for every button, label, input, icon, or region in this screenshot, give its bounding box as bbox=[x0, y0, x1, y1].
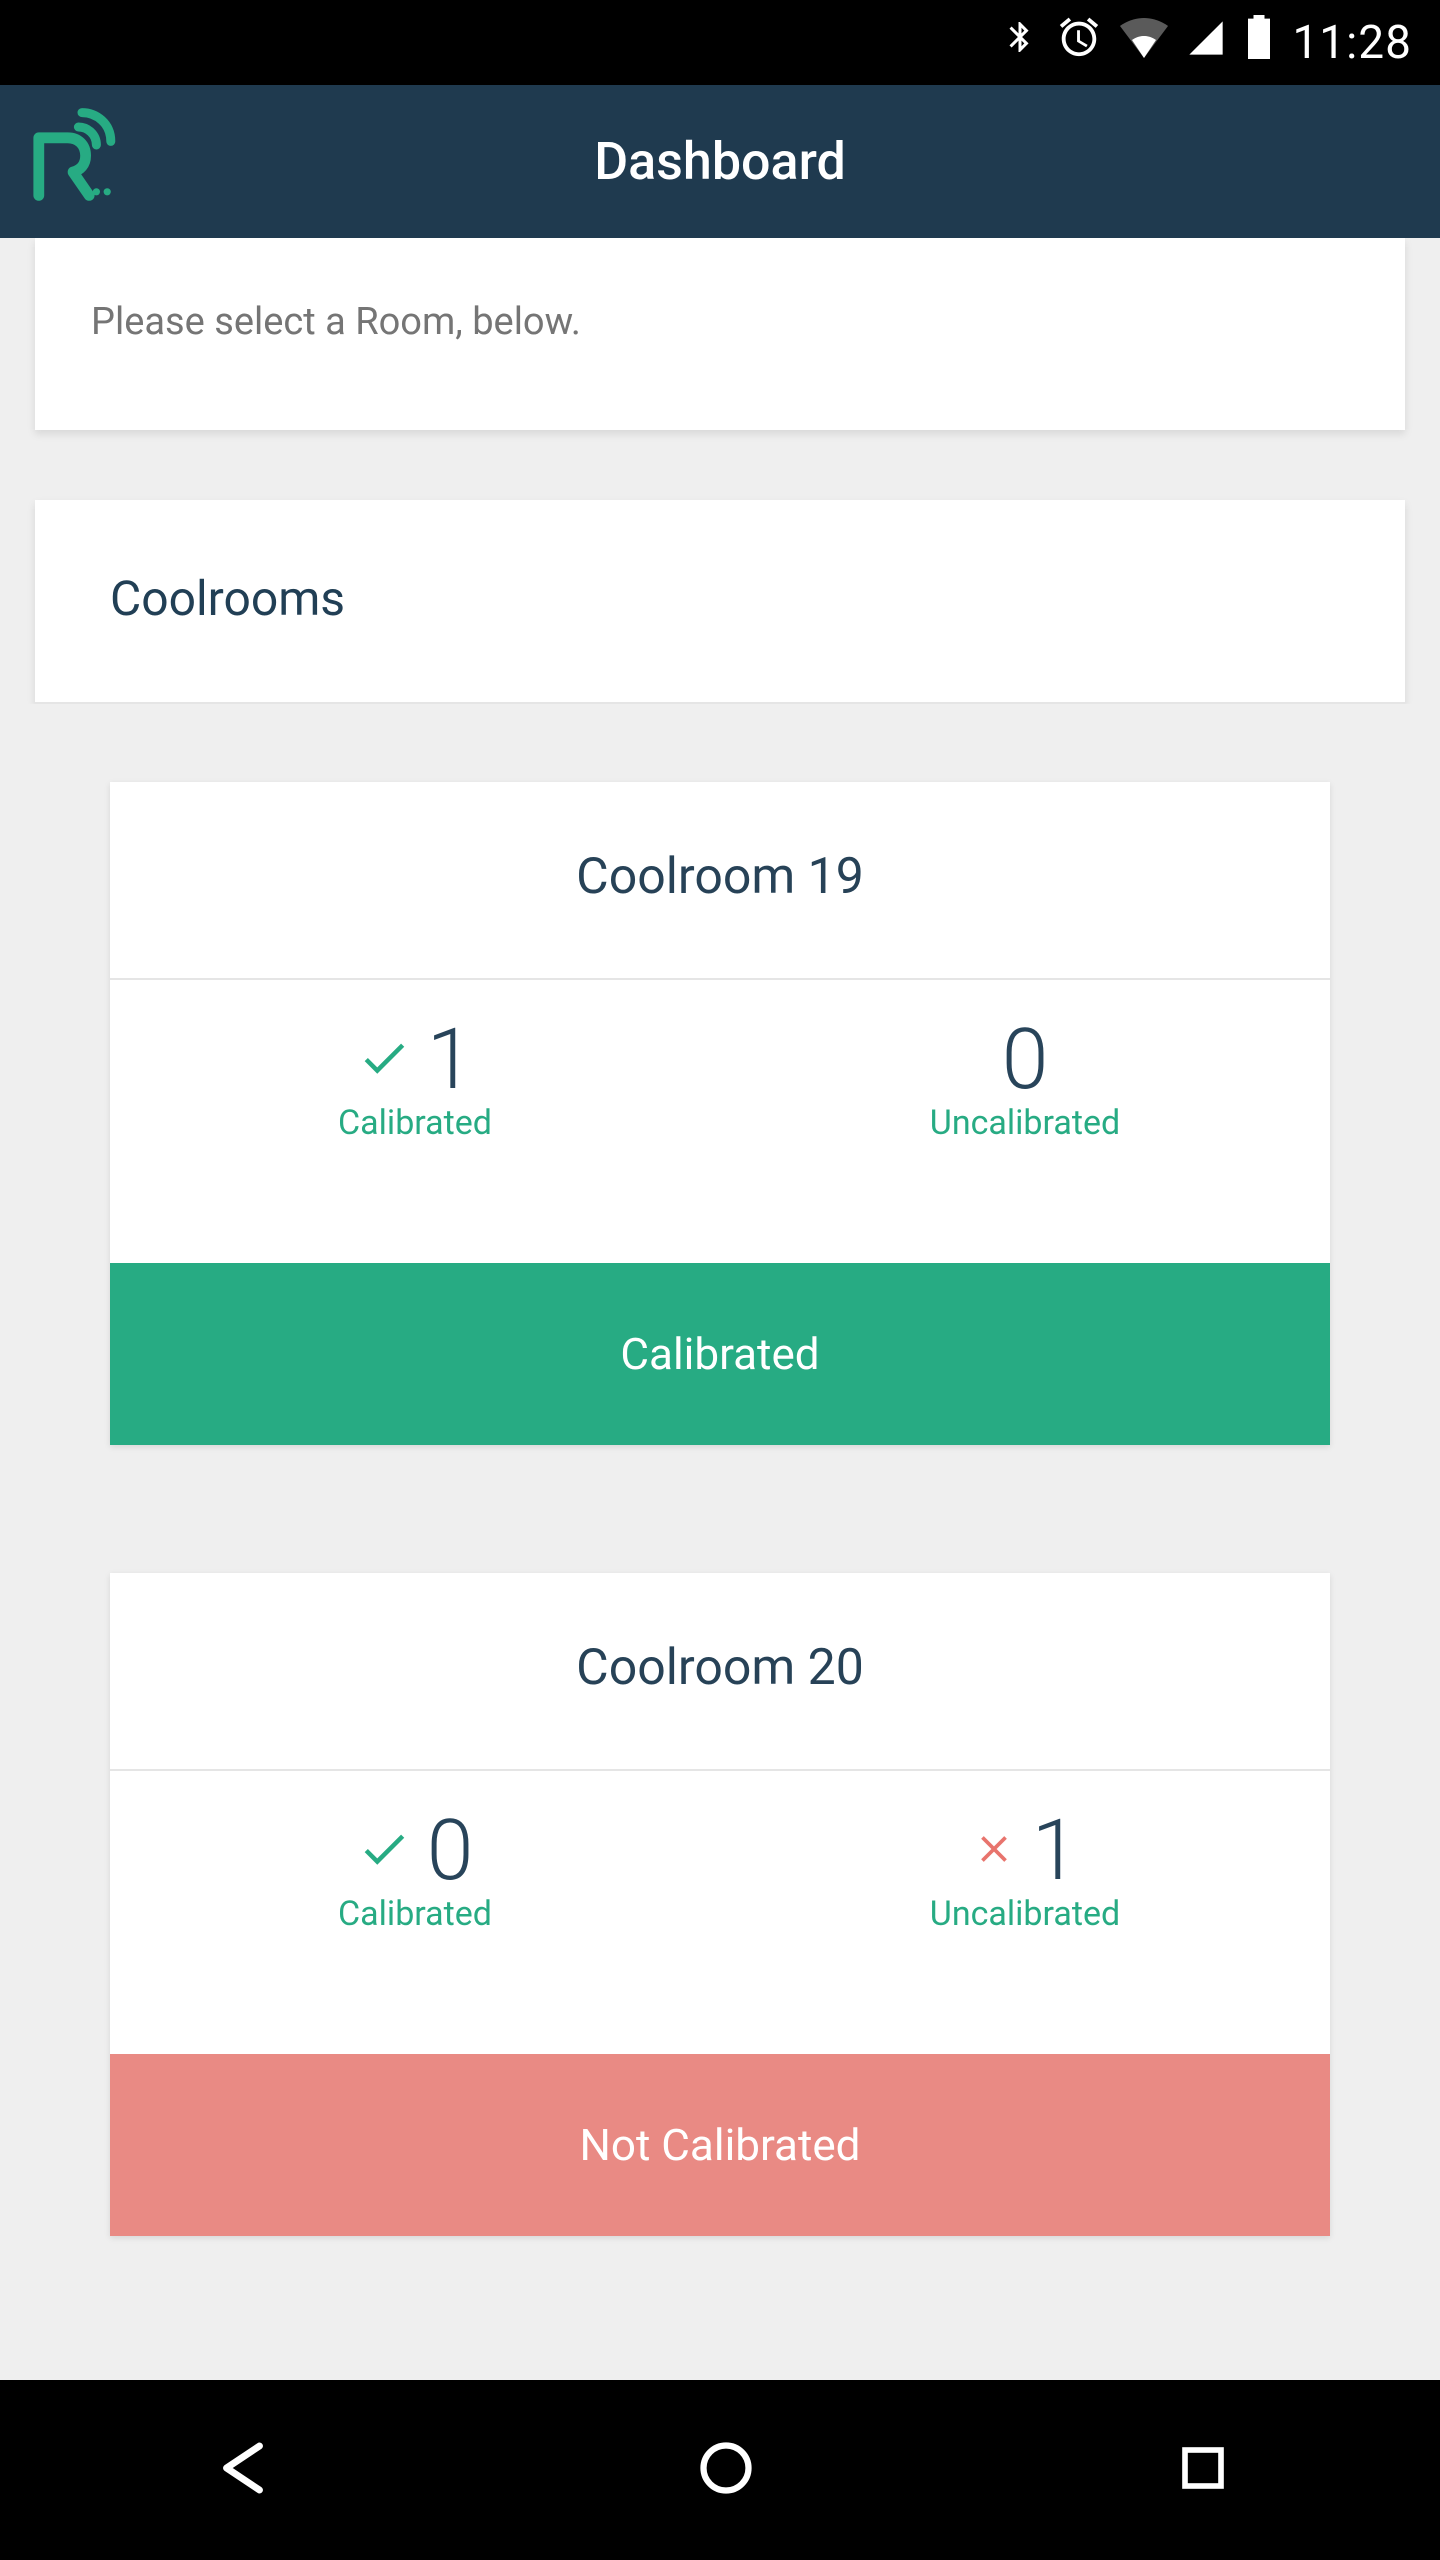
calibrated-label: Calibrated bbox=[338, 1103, 492, 1143]
uncalibrated-count: 1 bbox=[1032, 1801, 1079, 1900]
room-header: Coolroom 20 bbox=[110, 1573, 1330, 1771]
room-card[interactable]: Coolroom 20 0 Calibrated 1 Uncalibrated … bbox=[110, 1573, 1330, 2236]
room-name: Coolroom 19 bbox=[110, 848, 1330, 906]
uncalibrated-count: 0 bbox=[1002, 1010, 1049, 1109]
status-time: 11:28 bbox=[1292, 16, 1412, 70]
uncalibrated-stat: 0 Uncalibrated bbox=[720, 1010, 1330, 1143]
home-button[interactable] bbox=[696, 2438, 756, 2502]
instruction-text: Please select a Room, below. bbox=[91, 300, 1349, 344]
content-area: Please select a Room, below. Coolrooms C… bbox=[0, 238, 1440, 2380]
status-bar: 11:28 bbox=[0, 0, 1440, 85]
uncalibrated-label: Uncalibrated bbox=[930, 1103, 1120, 1143]
check-icon bbox=[357, 1822, 411, 1880]
stats-row: 1 Calibrated 0 Uncalibrated bbox=[110, 980, 1330, 1263]
instruction-card: Please select a Room, below. bbox=[35, 238, 1405, 430]
app-bar: Dashboard bbox=[0, 85, 1440, 238]
page-title: Dashboard bbox=[594, 131, 846, 192]
app-logo-icon bbox=[28, 105, 118, 207]
stats-row: 0 Calibrated 1 Uncalibrated bbox=[110, 1771, 1330, 2054]
cellular-icon bbox=[1186, 17, 1226, 69]
check-icon bbox=[357, 1031, 411, 1089]
cross-icon bbox=[972, 1827, 1016, 1875]
status-badge: Calibrated bbox=[110, 1263, 1330, 1445]
alarm-icon bbox=[1056, 14, 1102, 71]
back-button[interactable] bbox=[210, 2435, 276, 2505]
battery-icon bbox=[1244, 15, 1274, 70]
room-header: Coolroom 19 bbox=[110, 782, 1330, 980]
section-card: Coolrooms bbox=[35, 500, 1405, 704]
calibrated-count: 0 bbox=[427, 1801, 474, 1900]
room-card[interactable]: Coolroom 19 1 Calibrated 0 Uncalibrated … bbox=[110, 782, 1330, 1445]
uncalibrated-label: Uncalibrated bbox=[930, 1894, 1120, 1934]
bluetooth-icon bbox=[1002, 13, 1038, 72]
uncalibrated-stat: 1 Uncalibrated bbox=[720, 1801, 1330, 1934]
room-name: Coolroom 20 bbox=[110, 1639, 1330, 1697]
room-list: Coolroom 19 1 Calibrated 0 Uncalibrated … bbox=[0, 704, 1440, 2236]
recent-apps-button[interactable] bbox=[1176, 2441, 1230, 2499]
status-badge: Not Calibrated bbox=[110, 2054, 1330, 2236]
section-header: Coolrooms bbox=[35, 500, 1405, 704]
section-title: Coolrooms bbox=[110, 570, 1330, 627]
calibrated-label: Calibrated bbox=[338, 1894, 492, 1934]
calibrated-stat: 1 Calibrated bbox=[110, 1010, 720, 1143]
calibrated-count: 1 bbox=[427, 1010, 474, 1109]
wifi-icon bbox=[1120, 17, 1168, 69]
calibrated-stat: 0 Calibrated bbox=[110, 1801, 720, 1934]
navigation-bar bbox=[0, 2380, 1440, 2560]
